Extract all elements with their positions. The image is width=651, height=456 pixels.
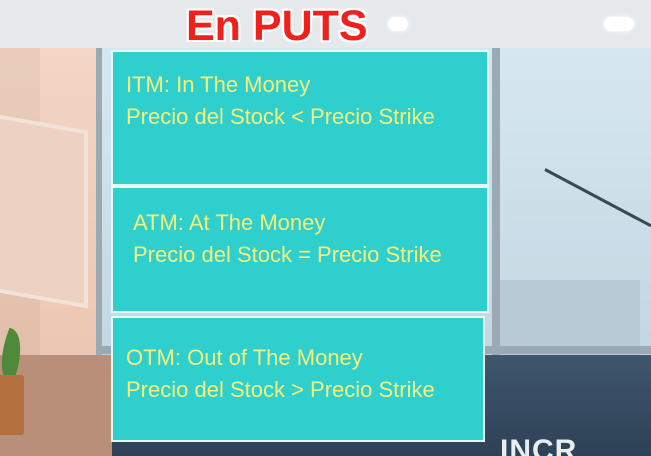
itm-condition: Precio del Stock < Precio Strike: [126, 104, 435, 129]
itm-heading: ITM: In The Money: [126, 72, 311, 97]
window-frame-vertical: [492, 48, 500, 358]
otm-condition: Precio del Stock > Precio Strike: [126, 377, 435, 402]
slide-title: En PUTS: [186, 2, 368, 50]
atm-condition: Precio del Stock = Precio Strike: [133, 242, 442, 267]
ceiling-light: [388, 17, 408, 31]
city-skyline: [500, 280, 640, 355]
ceiling-light: [604, 17, 634, 31]
window-frame-vertical: [96, 48, 102, 358]
otm-card: OTM: Out of The Money Precio del Stock >…: [111, 316, 485, 442]
plant-pot: [0, 375, 24, 435]
atm-card: ATM: At The Money Precio del Stock = Pre…: [111, 186, 489, 313]
watermark: INCR: [500, 434, 578, 456]
otm-heading: OTM: Out of The Money: [126, 345, 363, 370]
itm-card: ITM: In The Money Precio del Stock < Pre…: [111, 50, 489, 186]
wall-board: [0, 109, 88, 309]
atm-heading: ATM: At The Money: [133, 210, 326, 235]
